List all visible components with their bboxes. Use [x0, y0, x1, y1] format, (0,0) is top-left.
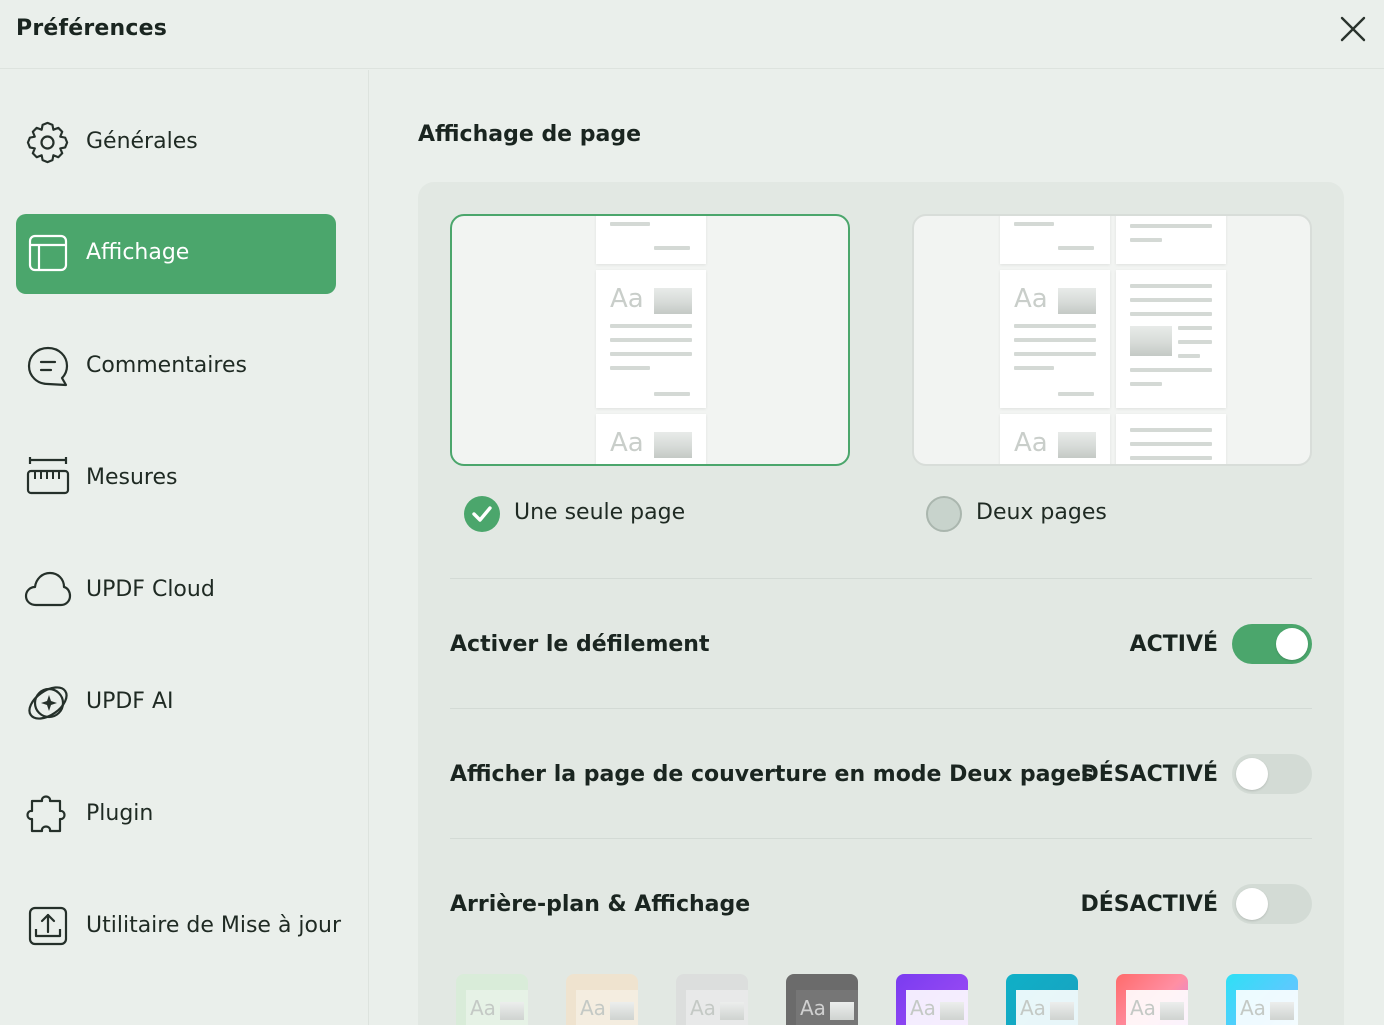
preview-page: Aa — [596, 414, 706, 464]
preview-sample-text: Aa — [610, 428, 644, 458]
setting-scroll-state: ACTIVÉ — [1129, 632, 1218, 657]
comment-icon — [27, 346, 69, 387]
theme-sample-text: Aa — [470, 996, 496, 1020]
theme-sample-text: Aa — [1130, 996, 1156, 1020]
sidebar-item-plugin[interactable]: Plugin — [16, 775, 336, 855]
theme-sample-text: Aa — [800, 996, 826, 1020]
theme-swatch[interactable]: Aa — [676, 974, 748, 1025]
sidebar-item-label: Plugin — [86, 801, 154, 826]
radio-label: Deux pages — [976, 500, 1107, 525]
sidebar: Générales Affichage Commentaires Mesures… — [0, 70, 369, 1025]
sidebar-item-label: Utilitaire de Mise à jour — [86, 913, 341, 938]
setting-background-state: DÉSACTIVÉ — [1080, 892, 1218, 917]
window-title: Préférences — [16, 16, 168, 41]
preview-page — [1116, 270, 1226, 408]
theme-sample-image — [1270, 1002, 1294, 1020]
theme-swatch[interactable]: Aa — [566, 974, 638, 1025]
sidebar-item-commentaires[interactable]: Commentaires — [16, 327, 336, 407]
theme-sample-image — [720, 1002, 744, 1020]
preview-image — [654, 288, 692, 314]
divider — [450, 838, 1312, 839]
ai-icon — [28, 686, 68, 720]
sidebar-item-label: Affichage — [86, 240, 190, 265]
theme-sample-text: Aa — [1020, 996, 1046, 1020]
sidebar-item-generales[interactable]: Générales — [16, 103, 336, 183]
theme-sample-text: Aa — [910, 996, 936, 1020]
toggle-knob — [1236, 888, 1268, 920]
two-page-preview[interactable]: Aa Aa — [912, 214, 1312, 466]
radio-label: Une seule page — [514, 500, 686, 525]
preview-sample-text: Aa — [1014, 284, 1048, 314]
single-page-preview[interactable]: Aa Aa — [450, 214, 850, 466]
preview-sample-text: Aa — [1014, 428, 1048, 458]
preview-image — [1130, 326, 1172, 356]
radio-single-page[interactable]: Une seule page — [464, 494, 764, 534]
gear-icon — [26, 121, 69, 164]
sidebar-item-label: Générales — [86, 129, 198, 154]
setting-cover-page-state: DÉSACTIVÉ — [1080, 762, 1218, 787]
preview-image — [654, 432, 692, 458]
preview-page: Aa — [1000, 414, 1110, 464]
theme-swatch[interactable]: Aa — [896, 974, 968, 1025]
sidebar-item-label: Mesures — [86, 465, 178, 490]
background-toggle[interactable] — [1232, 884, 1312, 924]
setting-cover-page-label: Afficher la page de couverture en mode D… — [450, 762, 1095, 787]
layout-icon — [28, 234, 68, 272]
theme-swatch[interactable]: Aa — [1006, 974, 1078, 1025]
theme-sample-image — [500, 1002, 524, 1020]
theme-sample-image — [940, 1002, 964, 1020]
scroll-toggle[interactable] — [1232, 624, 1312, 664]
radio-two-pages[interactable]: Deux pages — [926, 494, 1226, 534]
page-title: Affichage de page — [418, 122, 642, 147]
cover-page-toggle[interactable] — [1232, 754, 1312, 794]
settings-panel: Aa Aa Aa Aa Une seule page Deux pages Ac… — [418, 182, 1344, 1025]
radio-unchecked-indicator[interactable] — [926, 496, 962, 532]
sidebar-item-updf-ai[interactable]: UPDF AI — [16, 663, 336, 743]
sidebar-item-label: UPDF AI — [86, 689, 174, 714]
toggle-knob — [1236, 758, 1268, 790]
sidebar-item-label: Commentaires — [86, 353, 247, 378]
theme-sample-image — [830, 1002, 854, 1020]
theme-sample-text: Aa — [580, 996, 606, 1020]
check-icon — [472, 506, 492, 522]
preview-page: Aa — [1000, 270, 1110, 408]
sidebar-item-utilitaire-mise-a-jour[interactable]: Utilitaire de Mise à jour — [16, 887, 341, 967]
toggle-knob — [1276, 628, 1308, 660]
theme-swatch[interactable]: Aa — [1226, 974, 1298, 1025]
sidebar-item-updf-cloud[interactable]: UPDF Cloud — [16, 551, 336, 631]
divider — [450, 578, 1312, 579]
close-button[interactable] — [1334, 10, 1372, 48]
setting-background-label: Arrière-plan & Affichage — [450, 892, 751, 917]
preview-page — [1000, 216, 1110, 264]
theme-sample-image — [1160, 1002, 1184, 1020]
ruler-icon — [26, 457, 70, 495]
theme-sample-text: Aa — [1240, 996, 1266, 1020]
theme-swatch[interactable]: Aa — [1116, 974, 1188, 1025]
sidebar-item-mesures[interactable]: Mesures — [16, 439, 336, 519]
divider — [450, 708, 1312, 709]
puzzle-icon — [26, 795, 66, 833]
main-content: Affichage de page Aa Aa Aa Aa Une seule … — [370, 70, 1384, 1025]
preview-page — [596, 216, 706, 264]
theme-sample-text: Aa — [690, 996, 716, 1020]
title-bar: Préférences — [0, 0, 1384, 69]
update-icon — [28, 906, 68, 946]
sidebar-item-label: UPDF Cloud — [86, 577, 215, 602]
theme-sample-image — [610, 1002, 634, 1020]
theme-sample-image — [1050, 1002, 1074, 1020]
cloud-icon — [24, 571, 72, 607]
sidebar-item-affichage[interactable]: Affichage — [16, 214, 336, 294]
theme-swatch[interactable]: Aa — [786, 974, 858, 1025]
radio-checked-indicator[interactable] — [464, 496, 500, 532]
theme-swatch[interactable]: Aa — [456, 974, 528, 1025]
preview-image — [1058, 288, 1096, 314]
setting-scroll-label: Activer le défilement — [450, 632, 710, 657]
close-icon — [1340, 16, 1366, 42]
preview-page: Aa — [596, 270, 706, 408]
preview-page — [1116, 216, 1226, 264]
preview-page — [1116, 414, 1226, 464]
preview-sample-text: Aa — [610, 284, 644, 314]
preview-image — [1058, 432, 1096, 458]
